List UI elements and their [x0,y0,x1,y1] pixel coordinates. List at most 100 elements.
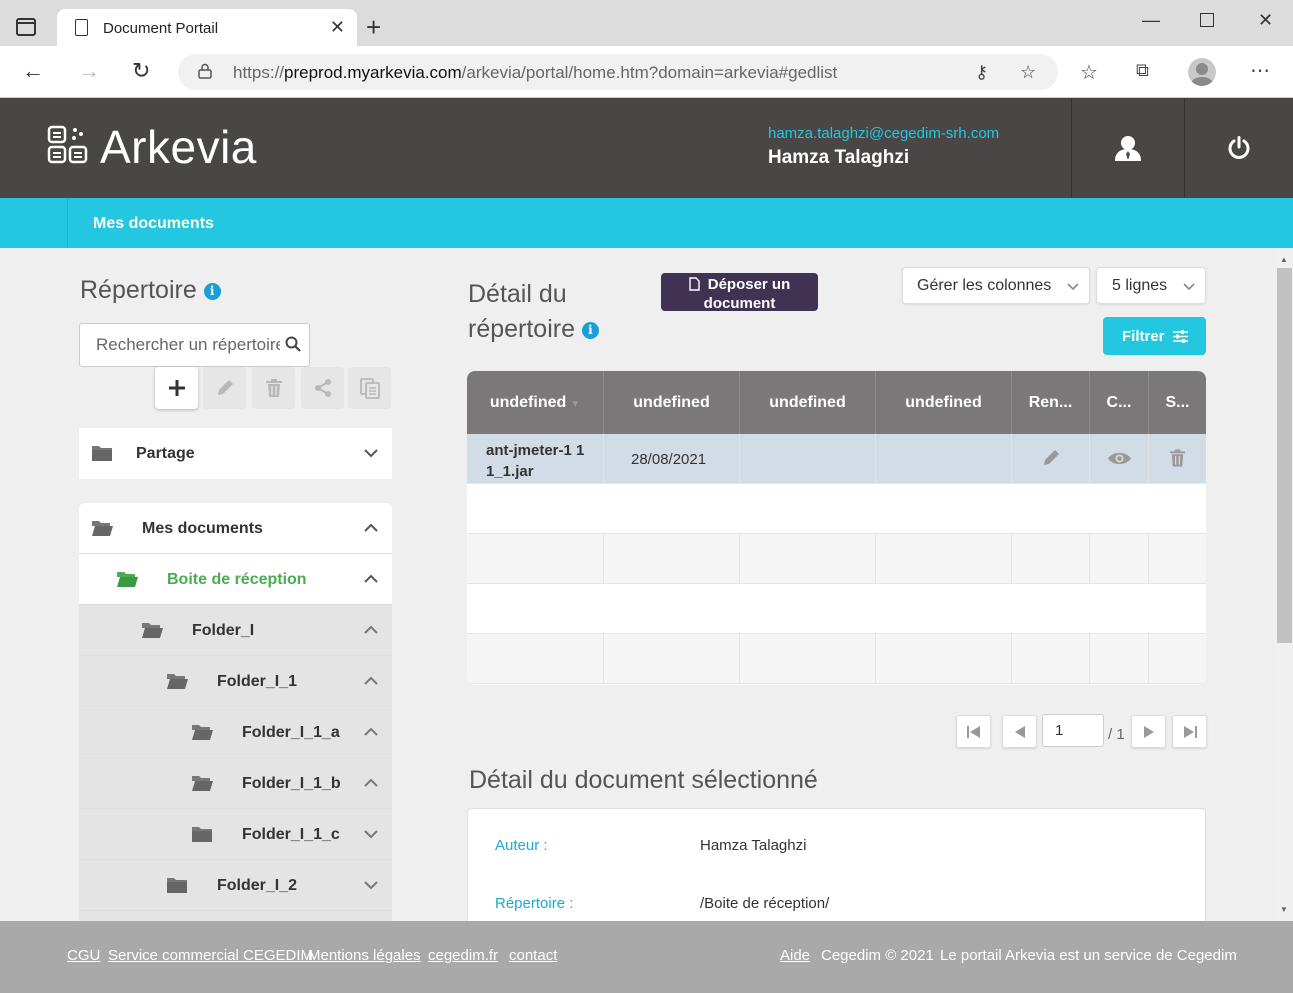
chevron-up-icon[interactable] [364,725,378,739]
copy-folder-button[interactable] [348,367,391,409]
footer-link-mentions-legales[interactable]: Mentions légales [308,947,421,964]
pencil-icon [217,380,233,395]
column-header-label: undefined [633,394,710,411]
user-profile-button[interactable] [1072,98,1184,198]
footer-link-aide[interactable]: Aide [780,947,810,964]
add-folder-button[interactable] [155,367,198,409]
minimize-icon[interactable]: — [1142,10,1160,31]
detail-title-line1: Détail du [468,280,567,308]
url-field[interactable]: https://preprod.myarkevia.com/arkevia/po… [178,54,1058,90]
folder-closed-icon [192,827,212,842]
repertoire-search-input[interactable] [80,324,280,366]
chevron-down-icon[interactable] [364,878,378,892]
favorites-icon[interactable]: ☆ [1080,60,1098,85]
column-header[interactable]: undefined [604,371,740,434]
logout-button[interactable] [1185,98,1293,198]
filtrer-button[interactable]: Filtrer [1103,317,1206,355]
tree-item-folder[interactable]: Folder_I_2 [79,860,392,911]
last-page-button[interactable] [1172,715,1207,748]
close-tab-icon[interactable]: ✕ [330,17,345,37]
footer-link-cgu[interactable]: CGU [67,947,100,964]
column-header[interactable]: Ren... [1012,371,1090,434]
tree-item-mes-documents[interactable]: Mes documents [79,503,392,554]
tree-label: Boite de réception [167,571,307,588]
info-icon[interactable]: i [581,321,599,339]
chevron-down-icon [1067,283,1079,291]
next-page-button[interactable] [1131,715,1166,748]
tree-item-partage[interactable]: Partage [79,428,392,479]
eye-icon[interactable] [1107,451,1132,466]
table-row [467,634,1206,684]
tree-item-folder[interactable]: Folder_I_1_b [79,758,392,809]
tree-item-folder[interactable] [79,911,392,921]
profile-avatar[interactable] [1188,58,1216,86]
share-folder-button[interactable] [301,367,344,409]
previous-page-button[interactable] [1002,715,1037,748]
pencil-icon[interactable] [1041,448,1061,468]
close-window-icon[interactable]: ✕ [1258,10,1273,31]
gerer-colonnes-select[interactable]: Gérer les colonnes [902,267,1090,304]
tree-item-folder[interactable]: Folder_I_1_c [79,809,392,860]
table-row[interactable]: ant-jmeter-1 1 1_1.jar 28/08/2021 [467,434,1206,484]
lignes-select[interactable]: 5 lignes [1096,267,1206,304]
chevron-up-icon[interactable] [364,521,378,535]
browser-tab[interactable]: Document Portail ✕ [57,9,357,47]
new-tab-icon[interactable]: + [366,12,381,42]
chevron-up-icon[interactable] [364,674,378,688]
deposer-document-button[interactable]: Déposer un document [661,273,818,312]
more-menu-icon[interactable]: ⋯ [1250,58,1270,83]
maximize-icon[interactable] [1200,13,1214,27]
rename-folder-button[interactable] [203,367,246,409]
tree-item-folder[interactable]: Folder_I_1 [79,656,392,707]
refresh-icon[interactable]: ↻ [132,58,150,84]
favorite-add-icon[interactable]: ☆ [1020,62,1036,83]
footer-link-cegedim[interactable]: cegedim.fr [428,947,498,964]
scrollbar-thumb[interactable] [1277,268,1292,643]
tab-actions-icon[interactable] [16,18,36,36]
footer-link-contact[interactable]: contact [509,947,557,964]
forward-icon[interactable]: → [78,58,100,84]
table-cell [876,534,1012,584]
chevron-up-icon[interactable] [364,623,378,637]
app-logo-text: Arkevia [100,121,257,173]
nav-mes-documents[interactable]: Mes documents [93,215,214,233]
document-detail-title: Détail du document sélectionné [469,766,818,794]
lignes-label: 5 lignes [1112,277,1168,294]
tree-item-folder[interactable]: Folder_I [79,605,392,656]
back-icon[interactable]: ← [22,58,44,84]
column-header[interactable]: undefined [876,371,1012,434]
scroll-down-icon[interactable]: ▼ [1280,905,1288,914]
key-icon[interactable]: ⚷ [975,62,988,83]
delete-folder-button[interactable] [252,367,295,409]
trash-icon[interactable] [1169,448,1186,468]
footer-link-service-commercial[interactable]: Service commercial CEGEDIM [108,947,313,964]
chevron-up-icon[interactable] [364,776,378,790]
column-header[interactable]: undefined ▼ [467,371,604,434]
first-page-button[interactable] [956,715,991,748]
page-number-input[interactable] [1042,714,1104,747]
info-icon[interactable]: i [203,282,221,300]
table-cell [1012,634,1090,684]
table-row [467,534,1206,584]
folder-closed-icon [92,446,112,461]
url-text: https://preprod.myarkevia.com/arkevia/po… [233,63,838,82]
search-icon[interactable] [285,336,301,352]
address-bar: ← → ↻ https://preprod.myarkevia.com/arke… [0,46,1293,98]
first-page-icon [966,725,980,738]
tree-item-boite-de-reception[interactable]: Boite de réception [79,554,392,605]
chevron-down-icon[interactable] [364,446,378,460]
column-header[interactable]: S... [1149,371,1206,434]
chevron-up-icon[interactable] [364,572,378,586]
arkevia-logo-icon [47,125,88,164]
column-header[interactable]: C... [1090,371,1149,434]
nav-divider [67,198,68,248]
table-cell [876,434,1012,484]
detail-repertoire-title: Détail du répertoire i [468,277,599,347]
collections-icon[interactable]: ⧉ [1136,60,1149,81]
scroll-up-icon[interactable]: ▲ [1280,255,1288,264]
document-icon [75,19,88,36]
plus-icon [168,380,185,396]
tree-item-folder[interactable]: Folder_I_1_a [79,707,392,758]
column-header[interactable]: undefined [740,371,876,434]
chevron-down-icon[interactable] [364,827,378,841]
